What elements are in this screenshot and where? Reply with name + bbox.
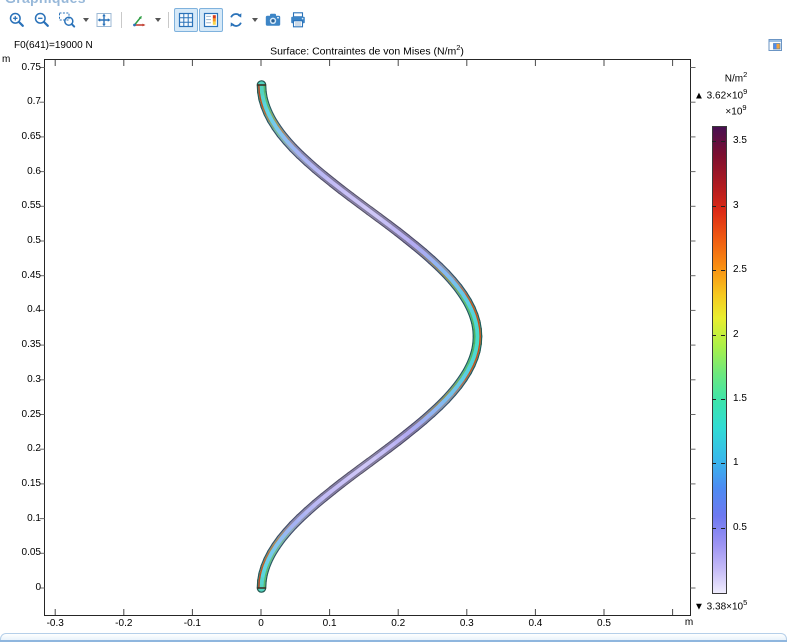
colorbar-tick — [721, 206, 725, 207]
colorbar-tick — [721, 528, 725, 529]
plot-title: Surface: Contraintes de von Mises (N/m2) — [44, 42, 690, 58]
view-axes-icon — [130, 11, 148, 29]
colorbar-tick — [721, 463, 725, 464]
y-tick-label: 0.5 — [0, 235, 41, 247]
colorbar-tick — [712, 399, 716, 400]
y-tick-label: 0.65 — [0, 131, 41, 143]
legend-min-value: ▼ 3.38×105 — [694, 597, 747, 613]
colorbar-tick — [721, 335, 725, 336]
colorbar-tick — [721, 270, 725, 271]
x-tick-label: 0.2 — [373, 618, 423, 630]
down-triangle-icon: ▼ — [694, 601, 704, 612]
zoom-extents-button[interactable] — [92, 8, 116, 32]
colorbar-tick — [721, 141, 725, 142]
colorbar-tick — [721, 399, 725, 400]
camera-button[interactable] — [261, 8, 285, 32]
colorbar-tick — [712, 206, 716, 207]
graphics-toolbar — [5, 8, 310, 32]
panel-title-clipped: Graphiques — [5, 0, 125, 7]
refresh-plot-button[interactable] — [224, 8, 248, 32]
legend-button[interactable] — [199, 8, 223, 32]
grid-icon — [177, 11, 195, 29]
colorbar-tick — [712, 141, 716, 142]
up-triangle-icon: ▲ — [694, 90, 704, 101]
view-axes-button[interactable] — [127, 8, 151, 32]
zoom-extents-icon — [95, 11, 113, 29]
y-tick-label: 0.55 — [0, 200, 41, 212]
chevron-down-icon — [155, 18, 161, 22]
y-tick-label: 0 — [0, 582, 41, 594]
y-tick-label: 0.25 — [0, 409, 41, 421]
x-tick-label: -0.2 — [99, 618, 149, 630]
view-axes-dropdown-arrow[interactable] — [152, 9, 163, 31]
x-tick-label: 0.1 — [305, 618, 355, 630]
detach-window-icon[interactable] — [768, 38, 783, 52]
colorbar-tick — [712, 335, 716, 336]
y-tick-label: 0.4 — [0, 304, 41, 316]
camera-icon — [264, 11, 282, 29]
x-tick-label: 0 — [236, 618, 286, 630]
y-tick-label: 0.7 — [0, 96, 41, 108]
zoom-out-button[interactable] — [30, 8, 54, 32]
x-tick-label: -0.3 — [30, 618, 80, 630]
legend-scale-factor: ×109 — [710, 102, 762, 118]
toolbar-separator — [168, 12, 169, 28]
x-tick-label: 0.4 — [510, 618, 560, 630]
x-tick-label: -0.1 — [167, 618, 217, 630]
colorbar-tick — [712, 463, 716, 464]
zoom-in-button[interactable] — [5, 8, 29, 32]
colorbar-tick — [712, 270, 716, 271]
chevron-down-icon — [252, 18, 258, 22]
refresh-plot-icon — [227, 11, 245, 29]
x-tick-label: 0.5 — [579, 618, 629, 630]
legend-unit: N/m2 — [710, 69, 762, 85]
zoom-box-dropdown-arrow[interactable] — [80, 9, 91, 31]
y-tick-label: 0.05 — [0, 547, 41, 559]
legend-icon — [202, 11, 220, 29]
toolbar-separator — [121, 12, 122, 28]
y-tick-label: 0.6 — [0, 166, 41, 178]
zoom-box-icon — [58, 11, 76, 29]
panel-title: Graphiques — [5, 0, 125, 6]
print-icon — [289, 11, 307, 29]
chevron-down-icon — [83, 18, 89, 22]
colorbar-tick-label: 3.5 — [733, 135, 763, 147]
y-tick-label: 0.3 — [0, 374, 41, 386]
y-tick-label: 0.75 — [0, 62, 41, 74]
colorbar-tick-label: 1 — [733, 457, 763, 469]
colorbar-tick-label: 3 — [733, 200, 763, 212]
graphics-panel: Graphiques F0(641)=19000 N Surface: Cont… — [0, 0, 787, 642]
grid-button[interactable] — [174, 8, 198, 32]
zoom-out-icon — [33, 11, 51, 29]
colorbar-tick — [712, 528, 716, 529]
plot-area[interactable] — [44, 59, 690, 615]
zoom-in-icon — [8, 11, 26, 29]
x-axis-unit: m — [676, 617, 702, 629]
y-tick-label: 0.45 — [0, 270, 41, 282]
colorbar-tick-label: 2 — [733, 329, 763, 341]
colorbar-tick-label: 0.5 — [733, 522, 763, 534]
y-tick-label: 0.2 — [0, 443, 41, 455]
y-tick-label: 0.15 — [0, 478, 41, 490]
print-button[interactable] — [286, 8, 310, 32]
colorbar-tick-label: 1.5 — [733, 393, 763, 405]
legend-max-value: ▲ 3.62×109 — [694, 86, 747, 102]
y-tick-label: 0.35 — [0, 339, 41, 351]
refresh-plot-dropdown-arrow[interactable] — [249, 9, 260, 31]
y-tick-label: 0.1 — [0, 513, 41, 525]
zoom-box-button[interactable] — [55, 8, 79, 32]
x-tick-label: 0.3 — [442, 618, 492, 630]
colorbar-gradient — [712, 126, 727, 594]
colorbar-tick-label: 2.5 — [733, 264, 763, 276]
